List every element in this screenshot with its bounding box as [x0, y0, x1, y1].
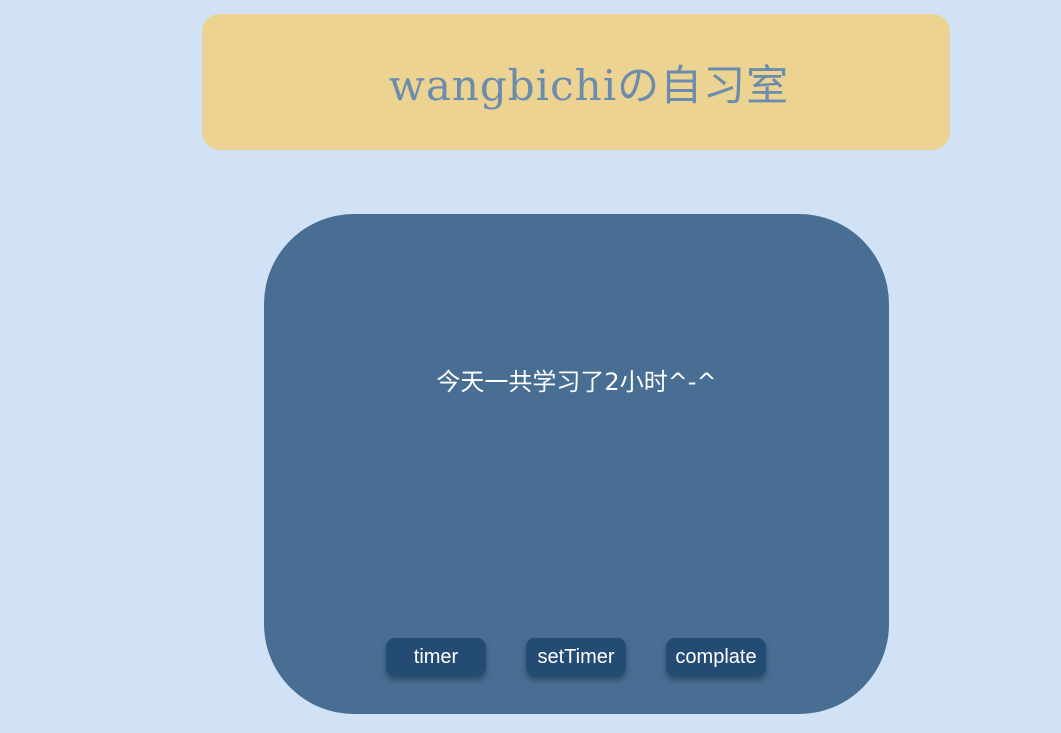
timer-button[interactable]: timer	[386, 638, 486, 676]
study-summary-text: 今天一共学习了2小时^-^	[436, 368, 717, 396]
set-timer-button[interactable]: setTimer	[526, 638, 626, 676]
header-banner: wangbichiの自习室	[202, 14, 950, 150]
page-title: wangbichiの自习室	[388, 60, 790, 110]
complate-button[interactable]: complate	[666, 638, 766, 676]
study-card: 今天一共学习了2小时^-^ timer setTimer complate	[264, 214, 889, 714]
button-group: timer setTimer complate	[386, 638, 766, 676]
